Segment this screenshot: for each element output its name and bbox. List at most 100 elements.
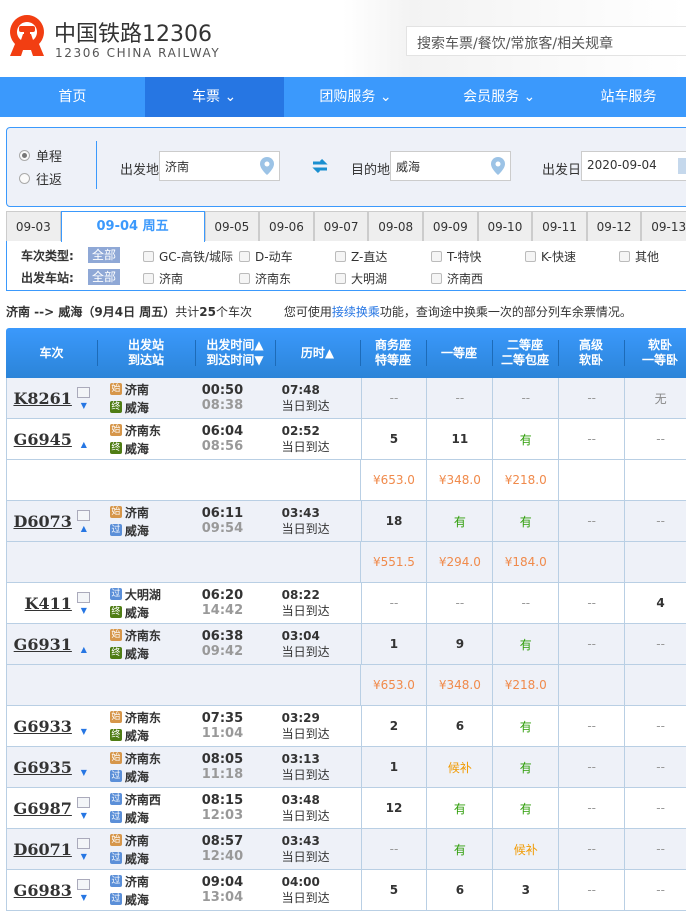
seat-availability[interactable]: 5 (360, 870, 427, 910)
site-search-input[interactable]: 搜索车票/餐饮/常旅客/相关规章 (406, 26, 686, 56)
date-tab[interactable]: 09-13 (641, 211, 686, 241)
station-name[interactable]: 大明湖 (125, 586, 161, 603)
nav-home[interactable]: 首页 (0, 77, 145, 117)
seat-availability[interactable]: 候补 (492, 829, 558, 869)
date-tab[interactable]: 09-03 (6, 211, 61, 241)
expand-down-icon[interactable]: ▼ (81, 401, 87, 410)
seat-availability[interactable]: 6 (426, 870, 492, 910)
station-name[interactable]: 济南 (125, 832, 149, 849)
station-name[interactable]: 威海 (125, 440, 149, 457)
station-name[interactable]: 威海 (125, 727, 149, 744)
seat-availability[interactable]: 12 (360, 788, 427, 828)
nav-group-buy[interactable]: 团购服务 ⌄ (284, 77, 428, 117)
seat-availability[interactable]: 1 (360, 624, 427, 664)
station-checkbox[interactable]: 济南东 (239, 270, 291, 287)
train-info-icon[interactable] (77, 386, 91, 398)
seat-availability[interactable]: 3 (492, 870, 558, 910)
seat-availability[interactable]: 有 (426, 788, 492, 828)
seat-availability[interactable]: 有 (492, 706, 558, 746)
date-tab[interactable]: 09-12 (586, 211, 642, 241)
seat-availability[interactable]: 4 (624, 583, 686, 623)
calendar-icon[interactable] (678, 158, 686, 174)
date-tab[interactable]: 09-11 (532, 211, 587, 241)
date-tab[interactable]: 09-10 (477, 211, 533, 241)
train-type-checkbox[interactable]: D-动车 (239, 248, 293, 265)
station-name[interactable]: 济南西 (125, 791, 161, 808)
date-input[interactable]: 2020-09-04 (581, 151, 686, 181)
expand-down-icon[interactable]: ▼ (81, 852, 87, 861)
train-type-checkbox[interactable]: K-快速 (525, 248, 576, 265)
expand-down-icon[interactable]: ▼ (81, 768, 87, 777)
date-tab[interactable]: 09-06 (259, 211, 314, 241)
type-all-button[interactable]: 全部 (88, 247, 121, 263)
train-type-checkbox[interactable]: GC-高铁/城际 (143, 248, 233, 265)
train-info-icon[interactable] (77, 796, 91, 808)
collapse-up-icon[interactable]: ▲ (81, 524, 87, 533)
seat-availability[interactable]: 有 (492, 419, 558, 459)
train-info-icon[interactable] (77, 591, 91, 603)
station-name[interactable]: 威海 (125, 891, 149, 908)
nav-tickets[interactable]: 车票 ⌄ (144, 77, 284, 117)
seat-availability[interactable]: 11 (426, 419, 492, 459)
expand-down-icon[interactable]: ▼ (81, 727, 87, 736)
station-name[interactable]: 济南东 (125, 709, 161, 726)
seat-availability[interactable]: 2 (360, 706, 427, 746)
station-name[interactable]: 威海 (125, 850, 149, 867)
seat-availability[interactable]: 有 (492, 747, 558, 787)
date-tab[interactable]: 09-04 周五 (60, 211, 205, 242)
date-tab[interactable]: 09-09 (422, 211, 478, 241)
swap-stations-icon[interactable] (312, 158, 328, 174)
nav-member[interactable]: 会员服务 ⌄ (427, 77, 571, 117)
column-header[interactable]: 车次 (6, 328, 97, 378)
station-all-button[interactable]: 全部 (88, 269, 121, 285)
train-number-link[interactable]: G6935 (14, 758, 72, 777)
station-name[interactable]: 济南 (125, 873, 149, 890)
station-checkbox[interactable]: 济南西 (431, 270, 483, 287)
seat-availability[interactable]: 有 (492, 788, 558, 828)
one-way-radio[interactable]: 单程 (19, 146, 62, 165)
seat-availability[interactable]: 候补 (426, 747, 492, 787)
station-name[interactable]: 济南东 (125, 750, 161, 767)
station-name[interactable]: 威海 (125, 768, 149, 785)
train-info-icon[interactable] (77, 509, 91, 521)
train-number-link[interactable]: D6071 (13, 840, 71, 859)
collapse-up-icon[interactable]: ▲ (81, 440, 87, 449)
nav-station-service[interactable]: 站车服务 (571, 77, 686, 117)
china-railway-logo[interactable] (6, 12, 48, 64)
seat-availability[interactable]: 有 (426, 501, 492, 541)
round-trip-radio[interactable]: 往返 (19, 169, 62, 188)
date-tab[interactable]: 09-08 (368, 211, 423, 241)
station-name[interactable]: 济南东 (125, 627, 161, 644)
train-number-link[interactable]: G6931 (14, 635, 72, 654)
seat-availability[interactable]: 18 (360, 501, 427, 541)
date-tab[interactable]: 09-07 (313, 211, 369, 241)
expand-down-icon[interactable]: ▼ (81, 893, 87, 902)
seat-availability[interactable]: 6 (426, 706, 492, 746)
train-number-link[interactable]: G6987 (14, 799, 72, 818)
train-number-link[interactable]: K411 (25, 594, 72, 613)
from-station-input[interactable]: 济南 (159, 151, 280, 181)
station-name[interactable]: 威海 (125, 645, 149, 662)
seat-availability[interactable]: 9 (426, 624, 492, 664)
date-tab[interactable]: 09-05 (204, 211, 260, 241)
seat-availability[interactable]: 5 (360, 419, 427, 459)
station-name[interactable]: 威海 (125, 522, 149, 539)
train-type-checkbox[interactable]: Z-直达 (335, 248, 387, 265)
to-station-input[interactable]: 威海 (390, 151, 511, 181)
column-header[interactable]: 历时▲ (275, 328, 360, 378)
train-info-icon[interactable] (77, 878, 91, 890)
column-header[interactable]: 出发时间▲ 到达时间▼ (195, 328, 275, 378)
train-number-link[interactable]: K8261 (13, 389, 71, 408)
train-type-checkbox[interactable]: 其他 (619, 248, 659, 265)
seat-availability[interactable]: 有 (426, 829, 492, 869)
station-name[interactable]: 济南 (125, 381, 149, 398)
expand-down-icon[interactable]: ▼ (81, 606, 87, 615)
train-number-link[interactable]: G6945 (14, 430, 72, 449)
train-number-link[interactable]: D6073 (13, 512, 71, 531)
seat-availability[interactable]: 有 (492, 624, 558, 664)
station-checkbox[interactable]: 济南 (143, 270, 183, 287)
station-name[interactable]: 威海 (125, 399, 149, 416)
train-type-checkbox[interactable]: T-特快 (431, 248, 482, 265)
train-info-icon[interactable] (77, 837, 91, 849)
train-number-link[interactable]: G6933 (14, 717, 72, 736)
